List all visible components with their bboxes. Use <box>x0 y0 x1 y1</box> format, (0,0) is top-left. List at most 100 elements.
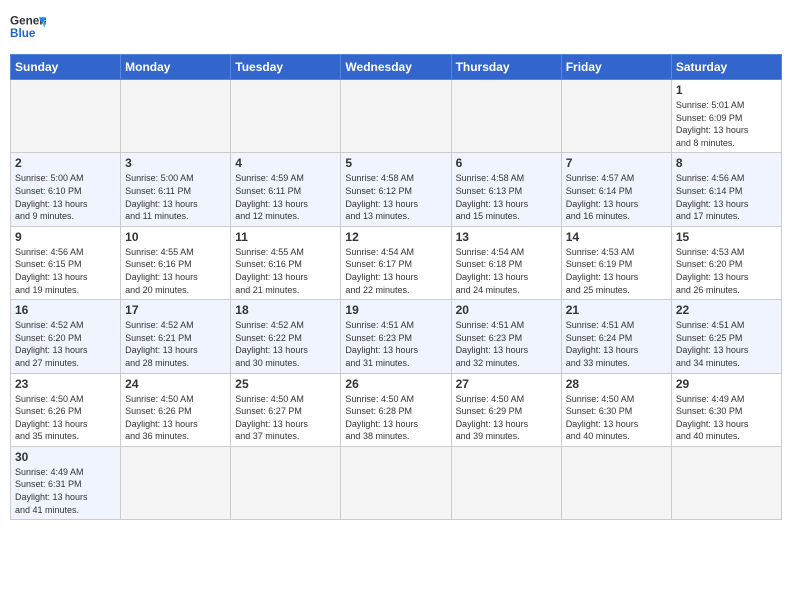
calendar-cell: 3 Sunrise: 5:00 AM Sunset: 6:11 PM Daylig… <box>121 153 231 226</box>
calendar-cell <box>561 80 671 153</box>
day-info: Sunrise: 4:51 AM Sunset: 6:24 PM Dayligh… <box>566 319 667 369</box>
calendar-cell: 30 Sunrise: 4:49 AM Sunset: 6:31 PM Dayli… <box>11 446 121 519</box>
day-number: 19 <box>345 303 446 317</box>
calendar-cell <box>341 446 451 519</box>
day-info: Sunrise: 4:51 AM Sunset: 6:23 PM Dayligh… <box>345 319 446 369</box>
day-number: 7 <box>566 156 667 170</box>
day-number: 3 <box>125 156 226 170</box>
day-number: 22 <box>676 303 777 317</box>
calendar-cell: 6 Sunrise: 4:58 AM Sunset: 6:13 PM Daylig… <box>451 153 561 226</box>
day-info: Sunrise: 4:51 AM Sunset: 6:25 PM Dayligh… <box>676 319 777 369</box>
day-number: 1 <box>676 83 777 97</box>
calendar-cell: 16Sunrise: 4:52 AM Sunset: 6:20 PM Dayli… <box>11 300 121 373</box>
day-number: 20 <box>456 303 557 317</box>
day-info: Sunrise: 4:49 AM Sunset: 6:31 PM Dayligh… <box>15 466 116 516</box>
day-number: 14 <box>566 230 667 244</box>
calendar-cell: 7 Sunrise: 4:57 AM Sunset: 6:14 PM Daylig… <box>561 153 671 226</box>
weekday-thursday: Thursday <box>451 55 561 80</box>
day-info: Sunrise: 4:58 AM Sunset: 6:12 PM Dayligh… <box>345 172 446 222</box>
day-info: Sunrise: 4:51 AM Sunset: 6:23 PM Dayligh… <box>456 319 557 369</box>
calendar: SundayMondayTuesdayWednesdayThursdayFrid… <box>10 54 782 520</box>
day-info: Sunrise: 4:54 AM Sunset: 6:18 PM Dayligh… <box>456 246 557 296</box>
day-number: 29 <box>676 377 777 391</box>
day-number: 26 <box>345 377 446 391</box>
calendar-cell: 21 Sunrise: 4:51 AM Sunset: 6:24 PM Dayli… <box>561 300 671 373</box>
day-info: Sunrise: 4:57 AM Sunset: 6:14 PM Dayligh… <box>566 172 667 222</box>
weekday-sunday: Sunday <box>11 55 121 80</box>
calendar-cell: 9Sunrise: 4:56 AM Sunset: 6:15 PM Daylig… <box>11 226 121 299</box>
calendar-cell: 17 Sunrise: 4:52 AM Sunset: 6:21 PM Dayli… <box>121 300 231 373</box>
calendar-cell: 22 Sunrise: 4:51 AM Sunset: 6:25 PM Dayli… <box>671 300 781 373</box>
day-info: Sunrise: 4:53 AM Sunset: 6:19 PM Dayligh… <box>566 246 667 296</box>
calendar-cell: 13 Sunrise: 4:54 AM Sunset: 6:18 PM Dayli… <box>451 226 561 299</box>
day-number: 11 <box>235 230 336 244</box>
calendar-cell <box>451 446 561 519</box>
calendar-cell <box>231 80 341 153</box>
day-info: Sunrise: 4:53 AM Sunset: 6:20 PM Dayligh… <box>676 246 777 296</box>
day-info: Sunrise: 4:50 AM Sunset: 6:26 PM Dayligh… <box>125 393 226 443</box>
calendar-cell: 20 Sunrise: 4:51 AM Sunset: 6:23 PM Dayli… <box>451 300 561 373</box>
calendar-cell: 5 Sunrise: 4:58 AM Sunset: 6:12 PM Daylig… <box>341 153 451 226</box>
day-info: Sunrise: 4:55 AM Sunset: 6:16 PM Dayligh… <box>235 246 336 296</box>
calendar-cell <box>121 80 231 153</box>
day-info: Sunrise: 4:55 AM Sunset: 6:16 PM Dayligh… <box>125 246 226 296</box>
day-info: Sunrise: 4:50 AM Sunset: 6:29 PM Dayligh… <box>456 393 557 443</box>
weekday-friday: Friday <box>561 55 671 80</box>
calendar-cell <box>341 80 451 153</box>
day-number: 16 <box>15 303 116 317</box>
week-row-1: 1 Sunrise: 5:01 AM Sunset: 6:09 PM Daylig… <box>11 80 782 153</box>
day-number: 12 <box>345 230 446 244</box>
generalblue-logo-icon: General Blue <box>10 10 46 46</box>
day-number: 9 <box>15 230 116 244</box>
day-number: 21 <box>566 303 667 317</box>
calendar-cell: 12 Sunrise: 4:54 AM Sunset: 6:17 PM Dayli… <box>341 226 451 299</box>
logo: General Blue <box>10 10 46 46</box>
day-info: Sunrise: 5:00 AM Sunset: 6:10 PM Dayligh… <box>15 172 116 222</box>
calendar-cell <box>561 446 671 519</box>
day-number: 27 <box>456 377 557 391</box>
calendar-cell <box>231 446 341 519</box>
calendar-cell <box>121 446 231 519</box>
calendar-cell: 1 Sunrise: 5:01 AM Sunset: 6:09 PM Daylig… <box>671 80 781 153</box>
calendar-cell: 15Sunrise: 4:53 AM Sunset: 6:20 PM Dayli… <box>671 226 781 299</box>
calendar-cell: 11 Sunrise: 4:55 AM Sunset: 6:16 PM Dayli… <box>231 226 341 299</box>
day-info: Sunrise: 5:01 AM Sunset: 6:09 PM Dayligh… <box>676 99 777 149</box>
day-info: Sunrise: 4:50 AM Sunset: 6:30 PM Dayligh… <box>566 393 667 443</box>
weekday-header-row: SundayMondayTuesdayWednesdayThursdayFrid… <box>11 55 782 80</box>
day-info: Sunrise: 4:54 AM Sunset: 6:17 PM Dayligh… <box>345 246 446 296</box>
day-number: 30 <box>15 450 116 464</box>
day-number: 2 <box>15 156 116 170</box>
page: General Blue SundayMondayTuesdayWednesda… <box>0 0 792 612</box>
day-info: Sunrise: 4:59 AM Sunset: 6:11 PM Dayligh… <box>235 172 336 222</box>
day-info: Sunrise: 4:50 AM Sunset: 6:28 PM Dayligh… <box>345 393 446 443</box>
day-info: Sunrise: 4:52 AM Sunset: 6:21 PM Dayligh… <box>125 319 226 369</box>
calendar-cell <box>11 80 121 153</box>
calendar-cell: 4Sunrise: 4:59 AM Sunset: 6:11 PM Daylig… <box>231 153 341 226</box>
calendar-cell: 28 Sunrise: 4:50 AM Sunset: 6:30 PM Dayli… <box>561 373 671 446</box>
day-number: 25 <box>235 377 336 391</box>
calendar-cell: 2 Sunrise: 5:00 AM Sunset: 6:10 PM Daylig… <box>11 153 121 226</box>
day-info: Sunrise: 4:58 AM Sunset: 6:13 PM Dayligh… <box>456 172 557 222</box>
day-number: 17 <box>125 303 226 317</box>
day-info: Sunrise: 4:52 AM Sunset: 6:22 PM Dayligh… <box>235 319 336 369</box>
day-number: 18 <box>235 303 336 317</box>
day-number: 5 <box>345 156 446 170</box>
week-row-5: 23 Sunrise: 4:50 AM Sunset: 6:26 PM Dayli… <box>11 373 782 446</box>
calendar-cell: 25Sunrise: 4:50 AM Sunset: 6:27 PM Dayli… <box>231 373 341 446</box>
day-info: Sunrise: 4:50 AM Sunset: 6:26 PM Dayligh… <box>15 393 116 443</box>
calendar-cell: 10Sunrise: 4:55 AM Sunset: 6:16 PM Dayli… <box>121 226 231 299</box>
day-number: 13 <box>456 230 557 244</box>
day-info: Sunrise: 4:49 AM Sunset: 6:30 PM Dayligh… <box>676 393 777 443</box>
week-row-2: 2 Sunrise: 5:00 AM Sunset: 6:10 PM Daylig… <box>11 153 782 226</box>
calendar-cell: 27 Sunrise: 4:50 AM Sunset: 6:29 PM Dayli… <box>451 373 561 446</box>
calendar-cell: 24Sunrise: 4:50 AM Sunset: 6:26 PM Dayli… <box>121 373 231 446</box>
day-number: 6 <box>456 156 557 170</box>
calendar-cell: 14 Sunrise: 4:53 AM Sunset: 6:19 PM Dayli… <box>561 226 671 299</box>
day-number: 23 <box>15 377 116 391</box>
day-number: 28 <box>566 377 667 391</box>
week-row-4: 16Sunrise: 4:52 AM Sunset: 6:20 PM Dayli… <box>11 300 782 373</box>
weekday-tuesday: Tuesday <box>231 55 341 80</box>
header: General Blue <box>10 10 782 46</box>
calendar-cell: 18 Sunrise: 4:52 AM Sunset: 6:22 PM Dayli… <box>231 300 341 373</box>
day-info: Sunrise: 5:00 AM Sunset: 6:11 PM Dayligh… <box>125 172 226 222</box>
